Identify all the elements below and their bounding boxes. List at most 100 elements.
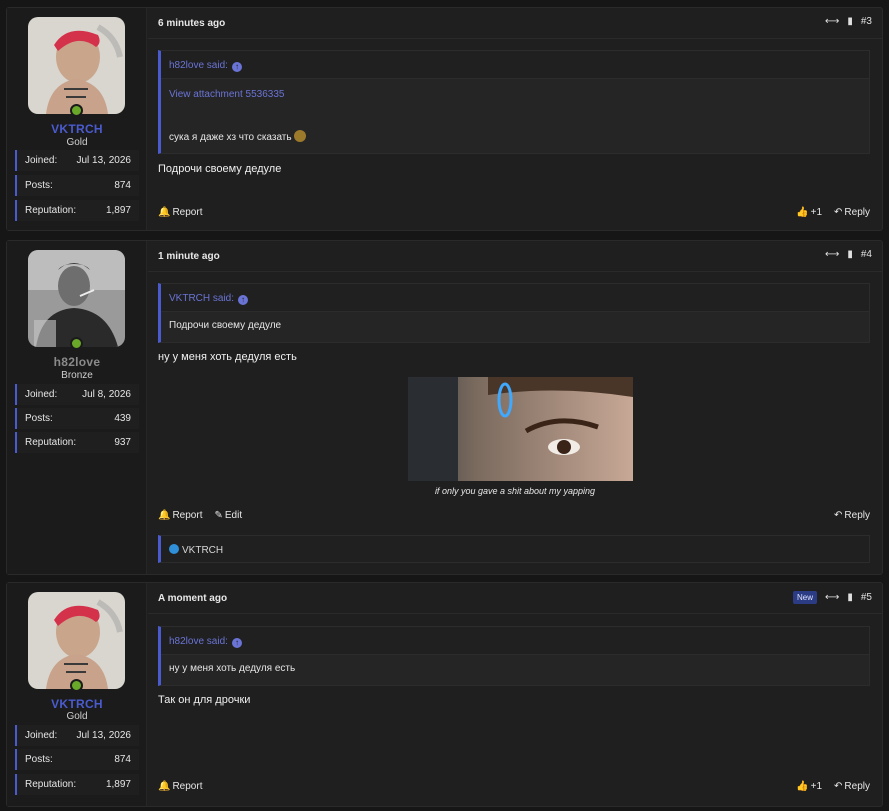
user-panel: VKTRCH Gold Joined: Jul 13, 2026 Posts: 87…: [7, 8, 147, 230]
online-indicator: [70, 679, 83, 692]
user-rank: Gold: [66, 137, 88, 148]
stat-reputation: Reputation: 937: [15, 432, 139, 453]
post-main: A moment ago New ⟷ ▮ #5 h82love said: ↑ н…: [148, 583, 882, 806]
user-rank: Gold: [66, 711, 88, 722]
post-number[interactable]: #3: [861, 16, 872, 27]
reply-button[interactable]: ↶ Reply: [834, 207, 870, 218]
post-header: A moment ago New ⟷ ▮ #5: [148, 583, 882, 614]
post-time[interactable]: 1 minute ago: [158, 251, 220, 262]
stat-label: Reputation:: [25, 205, 77, 216]
report-button[interactable]: 🔔 Report: [158, 781, 202, 792]
arrow-up-icon[interactable]: ↑: [238, 295, 249, 305]
avatar[interactable]: [28, 17, 125, 114]
quote-block: VKTRCH said: ↑ Подрочи своему дедуле: [158, 283, 870, 343]
quote-header[interactable]: h82love said: ↑: [161, 51, 869, 79]
bell-icon: 🔔: [158, 207, 171, 218]
quote-block: h82love said: ↑ ну у меня хоть дедуля ест…: [158, 626, 870, 686]
stat-value: 439: [114, 413, 131, 424]
post-time[interactable]: 6 minutes ago: [158, 18, 225, 29]
post-header-actions: New ⟷ ▮ #5: [793, 591, 872, 604]
avatar-image: [28, 592, 125, 689]
post-header-actions: ⟷ ▮ #3: [825, 16, 872, 27]
quote-author[interactable]: VKTRCH said:: [169, 293, 234, 304]
attached-image[interactable]: [408, 377, 633, 481]
quote-author[interactable]: h82love said:: [169, 636, 228, 647]
username[interactable]: h82love: [7, 355, 147, 369]
post-number[interactable]: #5: [861, 592, 872, 603]
reply-label: Reply: [844, 510, 870, 521]
like-count: +1: [810, 207, 823, 218]
quote-text: сука я даже хз что сказать: [169, 130, 861, 143]
edit-label: Edit: [224, 510, 243, 521]
arrow-up-icon[interactable]: ↑: [231, 62, 242, 72]
like-button[interactable]: 👍 +1: [796, 207, 822, 218]
quote-header[interactable]: VKTRCH said: ↑: [161, 284, 869, 312]
post-body: ну у меня хоть дедуля есть: [158, 351, 297, 363]
report-label: Report: [172, 207, 203, 218]
quote-body: Подрочи своему дедуле: [161, 312, 869, 339]
attached-image-graphic: [408, 377, 633, 481]
share-icon[interactable]: ⟷: [825, 592, 839, 603]
like-button[interactable]: 👍 +1: [796, 781, 822, 792]
stat-label: Joined:: [25, 155, 58, 166]
stat-label: Posts:: [25, 180, 53, 191]
quote-header[interactable]: h82love said: ↑: [161, 627, 869, 655]
username[interactable]: VKTRCH: [7, 697, 147, 711]
post-header: 1 minute ago ⟷ ▮ #4: [148, 241, 882, 272]
stat-posts: Posts: 874: [15, 175, 139, 196]
reactions-bar[interactable]: VKTRCH: [158, 535, 870, 563]
user-rank: Bronze: [61, 370, 93, 381]
reply-label: Reply: [844, 781, 870, 792]
stat-label: Posts:: [25, 413, 53, 424]
edit-button[interactable]: ✎ Edit: [214, 510, 242, 521]
online-indicator: [70, 337, 83, 350]
bookmark-icon[interactable]: ▮: [847, 16, 853, 27]
arrow-up-icon[interactable]: ↑: [231, 638, 242, 648]
quote-block: h82love said: ↑ View attachment 5536335 с…: [158, 50, 870, 154]
stat-joined: Joined: Jul 8, 2026: [15, 384, 139, 405]
avatar[interactable]: [28, 592, 125, 689]
stat-posts: Posts: 439: [15, 408, 139, 429]
stat-posts: Posts: 874: [15, 749, 139, 770]
post-body: Подрочи своему дедуле: [158, 163, 282, 175]
bookmark-icon[interactable]: ▮: [847, 249, 853, 260]
avatar-image: [28, 250, 125, 347]
stat-label: Reputation:: [25, 779, 77, 790]
report-button[interactable]: 🔔 Report: [158, 207, 202, 218]
stat-joined: Joined: Jul 13, 2026: [15, 150, 139, 171]
post-4: h82love Bronze Joined: Jul 8, 2026 Posts:…: [6, 240, 883, 575]
avatar-image: [28, 17, 125, 114]
reaction-user[interactable]: VKTRCH: [182, 545, 223, 556]
post-header-actions: ⟷ ▮ #4: [825, 249, 872, 260]
reply-button[interactable]: ↶ Reply: [834, 781, 870, 792]
post-body: Так он для дрочки: [158, 694, 251, 706]
bookmark-icon[interactable]: ▮: [847, 592, 853, 603]
stat-reputation: Reputation: 1,897: [15, 200, 139, 221]
report-button[interactable]: 🔔 Report: [158, 510, 202, 521]
user-panel: h82love Bronze Joined: Jul 8, 2026 Posts:…: [7, 241, 147, 574]
share-icon[interactable]: ⟷: [825, 249, 839, 260]
reply-button[interactable]: ↶ Reply: [834, 510, 870, 521]
image-caption: if only you gave a shit about my yapping: [434, 486, 596, 496]
user-panel: VKTRCH Gold Joined: Jul 13, 2026 Posts: 87…: [7, 583, 147, 806]
stat-label: Posts:: [25, 754, 53, 765]
post-3: VKTRCH Gold Joined: Jul 13, 2026 Posts: 87…: [6, 7, 883, 231]
post-number[interactable]: #4: [861, 249, 872, 260]
username[interactable]: VKTRCH: [7, 122, 147, 136]
quote-text: ну у меня хоть дедуля есть: [169, 663, 296, 674]
quote-text-content: сука я даже хз что сказать: [169, 132, 292, 143]
stat-value: 874: [114, 754, 131, 765]
post-time[interactable]: A moment ago: [158, 593, 227, 604]
stat-value: Jul 8, 2026: [82, 389, 131, 400]
post-main: 1 minute ago ⟷ ▮ #4 VKTRCH said: ↑ Подроч…: [148, 241, 882, 574]
quote-author[interactable]: h82love said:: [169, 60, 228, 71]
avatar[interactable]: [28, 250, 125, 347]
attachment-link[interactable]: View attachment 5536335: [169, 89, 861, 100]
reply-label: Reply: [844, 207, 870, 218]
thumbs-up-icon: 👍: [796, 207, 809, 218]
stat-value: 874: [114, 180, 131, 191]
share-icon[interactable]: ⟷: [825, 16, 839, 27]
reply-icon: ↶: [834, 510, 843, 521]
stat-value: Jul 13, 2026: [76, 155, 132, 166]
new-badge: New: [793, 591, 818, 604]
